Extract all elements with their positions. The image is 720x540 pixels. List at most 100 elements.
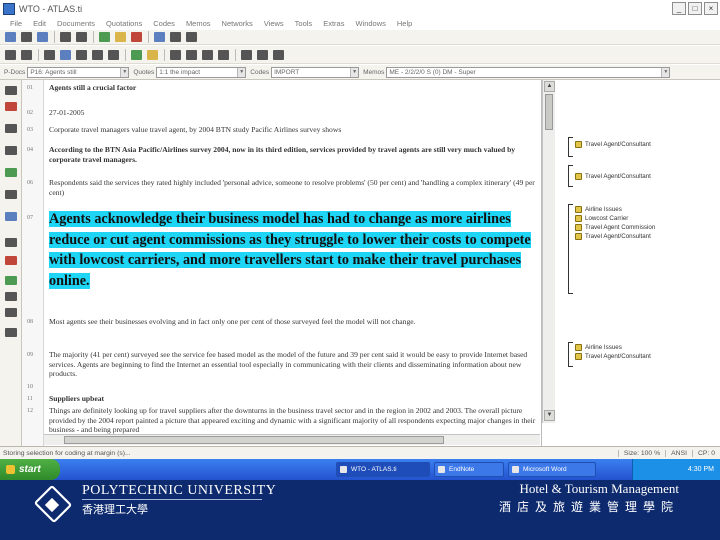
- align-left-icon[interactable]: [170, 49, 181, 60]
- memos-dropdown[interactable]: ME - 2/2/2/0 S (0) DM - Super ▼: [386, 66, 671, 78]
- justify-icon[interactable]: [218, 49, 229, 60]
- margin-toggle-icon[interactable]: [5, 308, 17, 317]
- network-icon[interactable]: [154, 32, 165, 42]
- image-icon[interactable]: [131, 49, 142, 60]
- scroll-down-icon[interactable]: ▼: [544, 410, 555, 421]
- menu-quotations[interactable]: Quotations: [106, 19, 142, 28]
- print-icon[interactable]: [60, 32, 71, 42]
- paragraph-text[interactable]: Corporate travel managers value travel a…: [49, 125, 539, 135]
- menu-tools[interactable]: Tools: [295, 19, 313, 28]
- menu-codes[interactable]: Codes: [153, 19, 175, 28]
- close-button[interactable]: ×: [704, 2, 718, 15]
- scroll-thumb[interactable]: [545, 94, 553, 130]
- document-pane[interactable]: 01 Agents still a crucial factor 02 27-0…: [22, 80, 542, 446]
- quick-coding-icon[interactable]: [5, 146, 17, 155]
- maximize-button[interactable]: □: [688, 2, 702, 15]
- code-manager-icon[interactable]: [115, 32, 126, 42]
- start-button[interactable]: start: [0, 459, 60, 480]
- save-icon[interactable]: [37, 32, 48, 42]
- margin-code[interactable]: Travel Agent/Consultant: [575, 233, 651, 240]
- paragraph-number: 04: [27, 147, 33, 153]
- margin-code[interactable]: Lowcost Carrier: [575, 215, 628, 222]
- memo-manager-icon[interactable]: [131, 32, 142, 42]
- start-label: start: [19, 464, 41, 475]
- quotation-manager-icon[interactable]: [99, 32, 110, 42]
- quotation-text[interactable]: Agents acknowledge their business model …: [49, 211, 531, 289]
- highlight-icon[interactable]: [147, 49, 158, 60]
- menu-file[interactable]: File: [10, 19, 22, 28]
- minimize-button[interactable]: _: [672, 2, 686, 15]
- link-icon[interactable]: [5, 212, 17, 221]
- pen-icon[interactable]: [5, 49, 16, 60]
- network-view-icon[interactable]: [5, 292, 17, 301]
- arrow-icon[interactable]: [273, 49, 284, 60]
- paragraph-text[interactable]: Agents still a crucial factor: [49, 83, 539, 93]
- align-right-icon[interactable]: [202, 49, 213, 60]
- open-icon[interactable]: [21, 32, 32, 42]
- margin-code[interactable]: Airline Issues: [575, 344, 622, 351]
- paragraph-text[interactable]: The majority (41 per cent) surveyed see …: [49, 350, 539, 379]
- create-quotation-icon[interactable]: [5, 168, 17, 177]
- paragraph-text[interactable]: Most agents see their businesses evolvin…: [49, 317, 539, 327]
- task-endnote[interactable]: EndNote: [434, 462, 504, 477]
- paragraph-heading[interactable]: Suppliers upbeat: [49, 394, 539, 404]
- margin-code[interactable]: Travel Agent/Consultant: [575, 353, 651, 360]
- menu-memos[interactable]: Memos: [186, 19, 211, 28]
- modify-quotation-icon[interactable]: [5, 190, 17, 199]
- menu-edit[interactable]: Edit: [33, 19, 46, 28]
- search-icon[interactable]: [76, 32, 87, 42]
- margin-code[interactable]: Travel Agent/Consultant: [575, 173, 651, 180]
- cut-icon[interactable]: [76, 49, 87, 60]
- open-coding-icon[interactable]: [5, 86, 17, 95]
- paragraph-number: 06: [27, 180, 33, 186]
- memos-value: ME - 2/2/2/0 S (0) DM - Super: [389, 68, 476, 76]
- code-icon: [575, 141, 582, 148]
- new-project-icon[interactable]: [5, 32, 16, 42]
- align-center-icon[interactable]: [186, 49, 197, 60]
- paragraph-text[interactable]: Things are definitely looking up for tra…: [49, 406, 539, 435]
- save-document-icon[interactable]: [60, 49, 71, 60]
- code-by-list-icon[interactable]: [5, 124, 17, 133]
- margin-code[interactable]: Travel Agent/Consultant: [575, 141, 651, 148]
- horizontal-scrollbar[interactable]: [44, 434, 540, 445]
- in-vivo-coding-icon[interactable]: [5, 102, 17, 111]
- paragraph-text[interactable]: Respondents said the services they rated…: [49, 178, 539, 197]
- menu-windows[interactable]: Windows: [355, 19, 385, 28]
- paragraph-number: 09: [27, 352, 33, 358]
- system-tray: 4:30 PM: [632, 459, 720, 480]
- redo-icon[interactable]: [257, 49, 268, 60]
- task-atlas[interactable]: WTO - ATLAS.ti: [336, 462, 430, 477]
- pdocs-dropdown[interactable]: P16: Agents still ▼: [27, 66, 130, 78]
- quote-icon[interactable]: [5, 238, 17, 247]
- vertical-scrollbar[interactable]: ▲ ▼: [542, 80, 555, 423]
- paragraph-text[interactable]: 27-01-2005: [49, 108, 539, 118]
- menu-extras[interactable]: Extras: [323, 19, 344, 28]
- quotes-dropdown[interactable]: 1:1 the impact ▼: [156, 66, 247, 78]
- memos-label: Memos: [363, 68, 385, 76]
- codes-dropdown[interactable]: IMPORT ▼: [271, 66, 360, 78]
- menu-networks[interactable]: Networks: [222, 19, 253, 28]
- menu-views[interactable]: Views: [264, 19, 284, 28]
- dropdown-icon[interactable]: [21, 49, 32, 60]
- scroll-thumb[interactable]: [64, 436, 444, 444]
- query-tool-icon[interactable]: [170, 32, 181, 42]
- undo-icon[interactable]: [241, 49, 252, 60]
- task-word[interactable]: Microsoft Word: [508, 462, 596, 477]
- margin-code[interactable]: Travel Agent Commission: [575, 224, 655, 231]
- scroll-up-icon[interactable]: ▲: [544, 81, 555, 92]
- menu-help[interactable]: Help: [397, 19, 412, 28]
- family-icon[interactable]: [5, 276, 17, 285]
- word-cruncher-icon[interactable]: [186, 32, 197, 42]
- margin-code[interactable]: Airline Issues: [575, 206, 622, 213]
- settings-icon[interactable]: [5, 328, 17, 337]
- paragraph-number: 07: [27, 215, 33, 221]
- paste-icon[interactable]: [108, 49, 119, 60]
- paragraph-text[interactable]: According to the BTN Asia Pacific/Airlin…: [49, 145, 539, 164]
- status-bar: Storing selection for coding at margin (…: [0, 446, 720, 459]
- code-label: Airline Issues: [585, 206, 622, 213]
- memo-icon[interactable]: [5, 256, 17, 265]
- menu-documents[interactable]: Documents: [57, 19, 95, 28]
- bold-icon[interactable]: [44, 49, 55, 60]
- copy-icon[interactable]: [92, 49, 103, 60]
- highlighted-quotation[interactable]: Agents acknowledge their business model …: [49, 209, 539, 291]
